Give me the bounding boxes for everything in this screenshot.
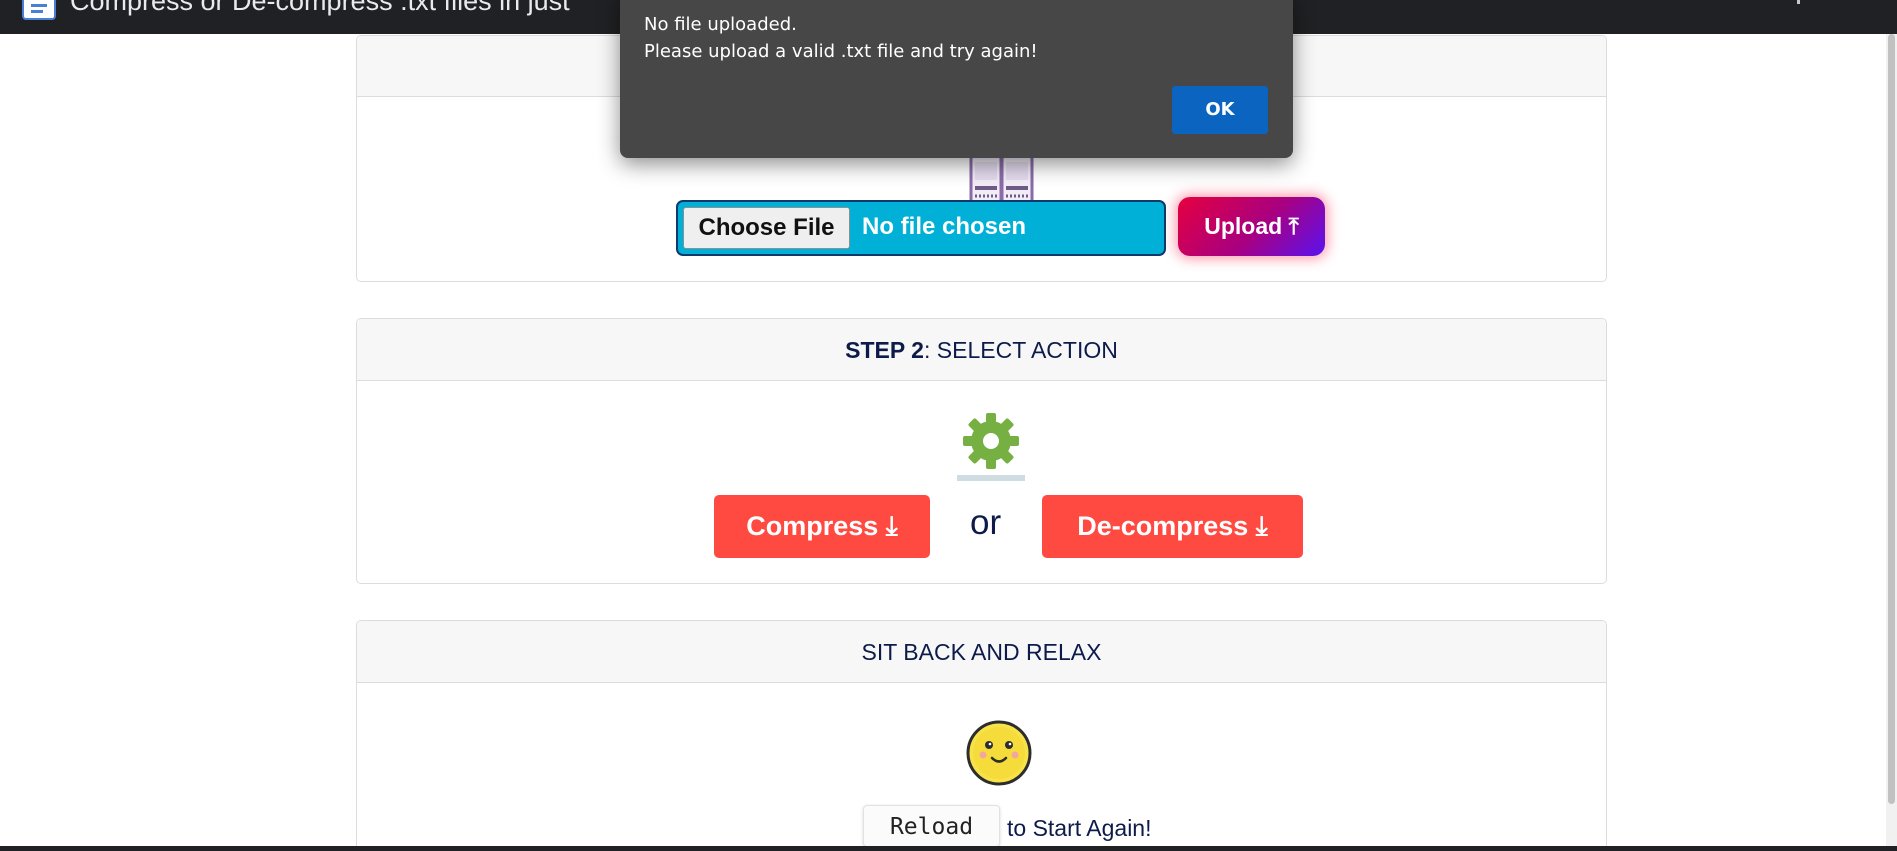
tab-title[interactable]: Compress or De-compress .txt files in ju…	[70, 0, 570, 17]
ok-button[interactable]: OK	[1172, 86, 1268, 134]
step2-card-header: STEP 2: SELECT ACTION	[357, 319, 1606, 381]
alert-dialog: No file uploaded. Please upload a valid …	[620, 0, 1293, 158]
tab-favicon-icon	[22, 0, 56, 20]
upload-button[interactable]: Upload ⤒	[1178, 197, 1325, 256]
alert-message-line2: Please upload a valid .txt file and try …	[644, 41, 1038, 62]
file-status-text: No file chosen	[862, 213, 1027, 240]
scrollbar-thumb[interactable]	[1888, 34, 1895, 804]
start-again-text: to Start Again!	[1007, 815, 1152, 841]
gear-icon	[957, 413, 1025, 481]
reload-button[interactable]: Reload	[863, 805, 1000, 847]
file-input[interactable]: Choose File No file chosen	[676, 200, 1166, 256]
decompress-button[interactable]: De-compress ⤓	[1042, 495, 1303, 558]
smiley-icon	[966, 720, 1032, 786]
choose-file-button[interactable]: Choose File	[683, 207, 850, 249]
chevron-down-icon[interactable]: ⌄	[1835, 0, 1847, 3]
page-scrollbar[interactable]	[1886, 34, 1897, 851]
step3-card-header: SIT BACK AND RELAX	[357, 621, 1606, 683]
or-separator: or	[970, 503, 1002, 542]
compress-button[interactable]: Compress ⤓	[714, 495, 930, 558]
step2-header-bold: STEP 2	[845, 337, 924, 363]
step3-card: SIT BACK AND RELAX Reload to Start Again…	[356, 620, 1607, 851]
toolbar-divider	[1797, 0, 1800, 4]
alert-message-line1: No file uploaded.	[644, 14, 797, 35]
step2-header-text: : SELECT ACTION	[923, 337, 1118, 363]
bottom-bar	[0, 846, 1897, 851]
step2-card: STEP 2: SELECT ACTION Compress ⤓ or De-c…	[356, 318, 1607, 584]
